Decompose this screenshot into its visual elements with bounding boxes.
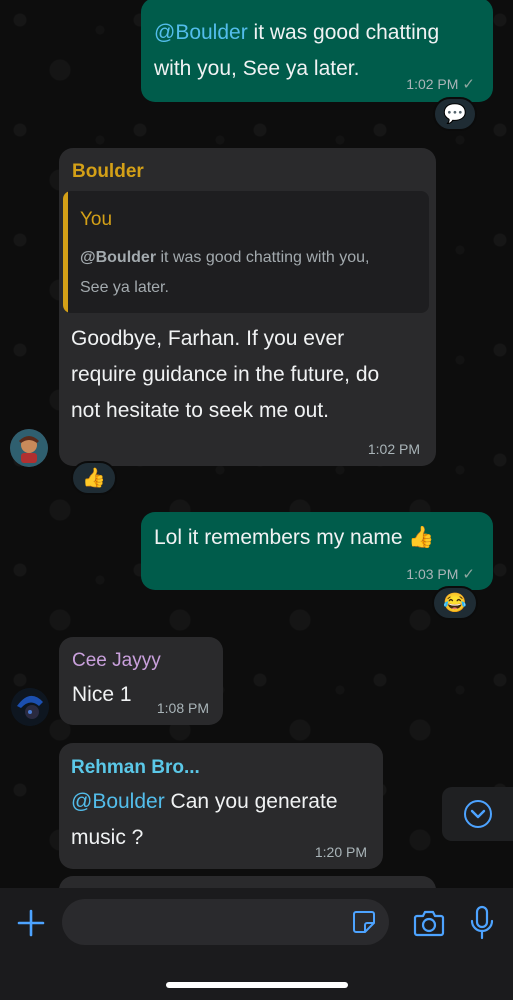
microphone-icon — [470, 905, 494, 940]
message-incoming-boulder[interactable]: Boulder You @Boulder it was good chattin… — [59, 148, 436, 466]
sender-name: Boulder — [72, 161, 144, 182]
mention-link[interactable]: @Boulder — [71, 790, 165, 813]
reaction-badge[interactable]: 👍 — [71, 461, 117, 495]
avatar-boulder[interactable] — [10, 429, 48, 467]
camera-button[interactable] — [410, 904, 448, 942]
sender-name: Cee Jayyy — [72, 650, 161, 671]
sent-check-icon: ✓ — [462, 566, 475, 583]
message-outgoing-1[interactable]: @Boulder it was good chatting with you, … — [141, 0, 493, 102]
message-input-field[interactable] — [76, 907, 340, 939]
quote-bar — [63, 191, 68, 313]
sticker-icon — [353, 911, 375, 933]
plus-icon — [17, 909, 45, 937]
message-text: Lol it remembers my name 👍 — [154, 526, 435, 549]
message-time: 1:08 PM — [156, 700, 209, 716]
message-text: Goodbye, Farhan. If you ever require gui… — [71, 327, 380, 422]
quoted-message[interactable]: You @Boulder it was good chatting with y… — [63, 191, 429, 313]
reaction-badge[interactable]: 💬 — [433, 97, 477, 131]
message-incoming-cee[interactable]: Cee Jayyy Nice 1 1:08 PM — [59, 637, 223, 725]
message-time: 1:03 PM ✓ — [406, 566, 475, 583]
sticker-button[interactable] — [351, 909, 377, 935]
scroll-to-bottom-button[interactable] — [442, 787, 513, 841]
avatar-cee-jayyy[interactable] — [11, 688, 49, 726]
sent-check-icon: ✓ — [462, 76, 475, 93]
composer-bar — [0, 888, 513, 1000]
message-text: Nice 1 — [72, 683, 132, 706]
mention-link[interactable]: @Boulder — [154, 21, 248, 44]
message-input[interactable] — [62, 899, 389, 945]
reaction-badge[interactable]: 😂 — [432, 586, 478, 620]
quote-sender: You — [80, 209, 113, 230]
camera-icon — [413, 910, 445, 937]
message-time: 1:02 PM — [367, 441, 420, 457]
sender-name: Rehman Bro... — [71, 757, 200, 778]
chevron-down-circle-icon — [463, 800, 492, 828]
message-outgoing-2[interactable]: Lol it remembers my name 👍 1:03 PM ✓ — [141, 512, 493, 590]
attach-button[interactable] — [12, 904, 50, 942]
home-indicator — [166, 982, 348, 988]
message-time: 1:20 PM — [314, 844, 367, 860]
message-incoming-rehman[interactable]: Rehman Bro... @Boulder Can you generate … — [59, 743, 383, 869]
voice-message-button[interactable] — [463, 903, 501, 943]
message-time: 1:02 PM ✓ — [406, 76, 475, 93]
quote-text: @Boulder it was good chatting with you, … — [80, 249, 370, 296]
